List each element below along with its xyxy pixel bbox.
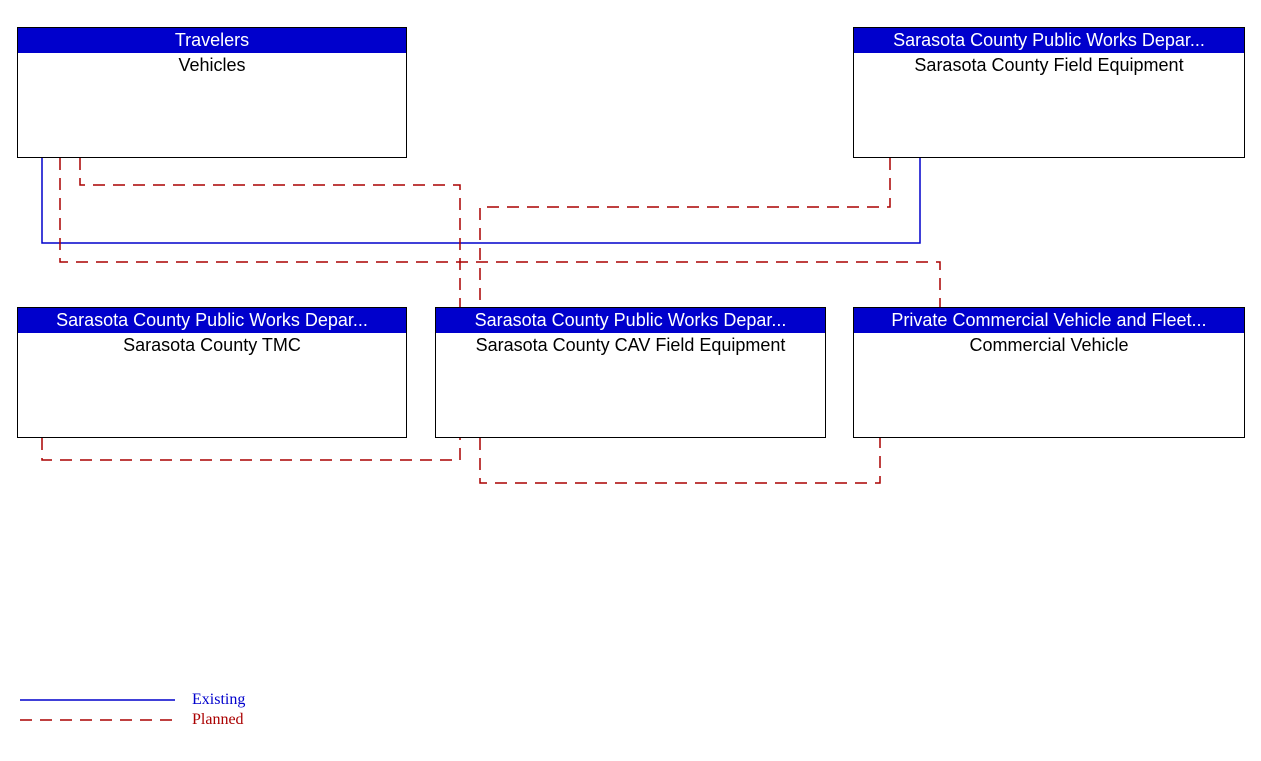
edge-vehicles-cav-planned bbox=[80, 158, 460, 307]
node-tmc[interactable]: Sarasota County Public Works Depar... Sa… bbox=[17, 307, 407, 438]
node-commercial-vehicle[interactable]: Private Commercial Vehicle and Fleet... … bbox=[853, 307, 1245, 438]
legend-label-planned: Planned bbox=[192, 711, 244, 729]
edge-fieldeq-cav-planned bbox=[480, 158, 890, 307]
node-commercial-vehicle-body: Commercial Vehicle bbox=[854, 333, 1244, 358]
diagram-canvas: Travelers Vehicles Sarasota County Publi… bbox=[0, 0, 1261, 761]
legend-label-existing: Existing bbox=[192, 691, 245, 709]
node-cav[interactable]: Sarasota County Public Works Depar... Sa… bbox=[435, 307, 826, 438]
edge-cav-commercial-planned bbox=[480, 438, 880, 483]
node-field-equipment-header: Sarasota County Public Works Depar... bbox=[854, 28, 1244, 53]
node-vehicles-header: Travelers bbox=[18, 28, 406, 53]
node-cav-header: Sarasota County Public Works Depar... bbox=[436, 308, 825, 333]
edge-vehicles-fieldeq-existing bbox=[42, 158, 920, 243]
node-commercial-vehicle-header: Private Commercial Vehicle and Fleet... bbox=[854, 308, 1244, 333]
edge-vehicles-commercial-planned bbox=[60, 158, 940, 307]
node-field-equipment[interactable]: Sarasota County Public Works Depar... Sa… bbox=[853, 27, 1245, 158]
node-tmc-body: Sarasota County TMC bbox=[18, 333, 406, 358]
node-tmc-header: Sarasota County Public Works Depar... bbox=[18, 308, 406, 333]
node-vehicles[interactable]: Travelers Vehicles bbox=[17, 27, 407, 158]
node-vehicles-body: Vehicles bbox=[18, 53, 406, 78]
node-field-equipment-body: Sarasota County Field Equipment bbox=[854, 53, 1244, 78]
node-cav-body: Sarasota County CAV Field Equipment bbox=[436, 333, 825, 358]
edge-tmc-cav-planned bbox=[42, 438, 460, 460]
